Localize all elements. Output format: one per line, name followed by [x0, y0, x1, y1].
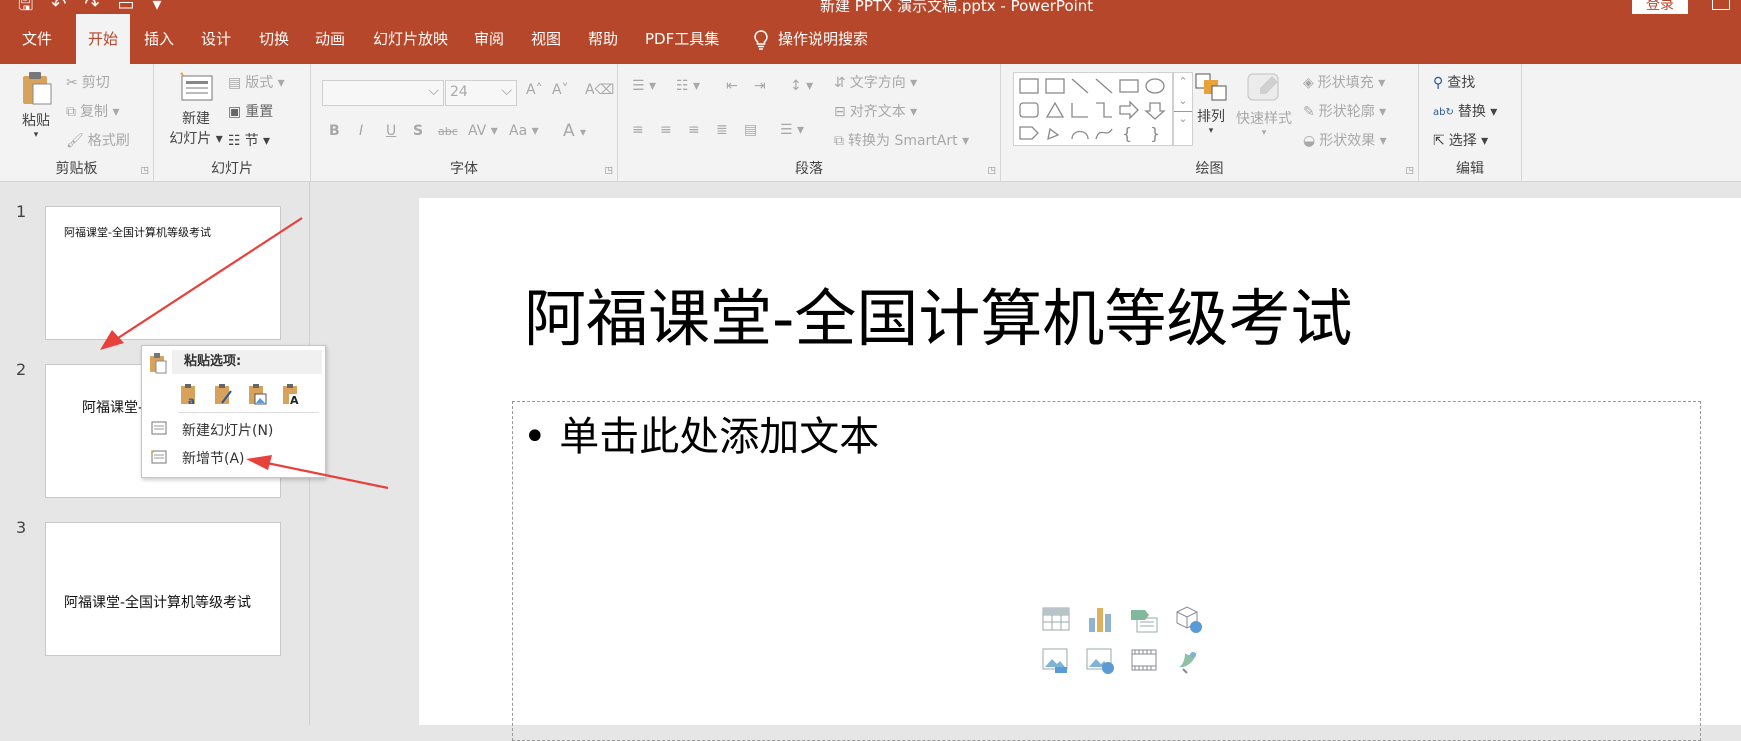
- annotation-arrowhead-2: [246, 455, 272, 470]
- annotation-arrows: [100, 217, 389, 490]
- annotation-arrow-2: [261, 460, 389, 490]
- annotation-arrow-1: [111, 217, 303, 343]
- annotation-arrowhead-1: [100, 330, 124, 350]
